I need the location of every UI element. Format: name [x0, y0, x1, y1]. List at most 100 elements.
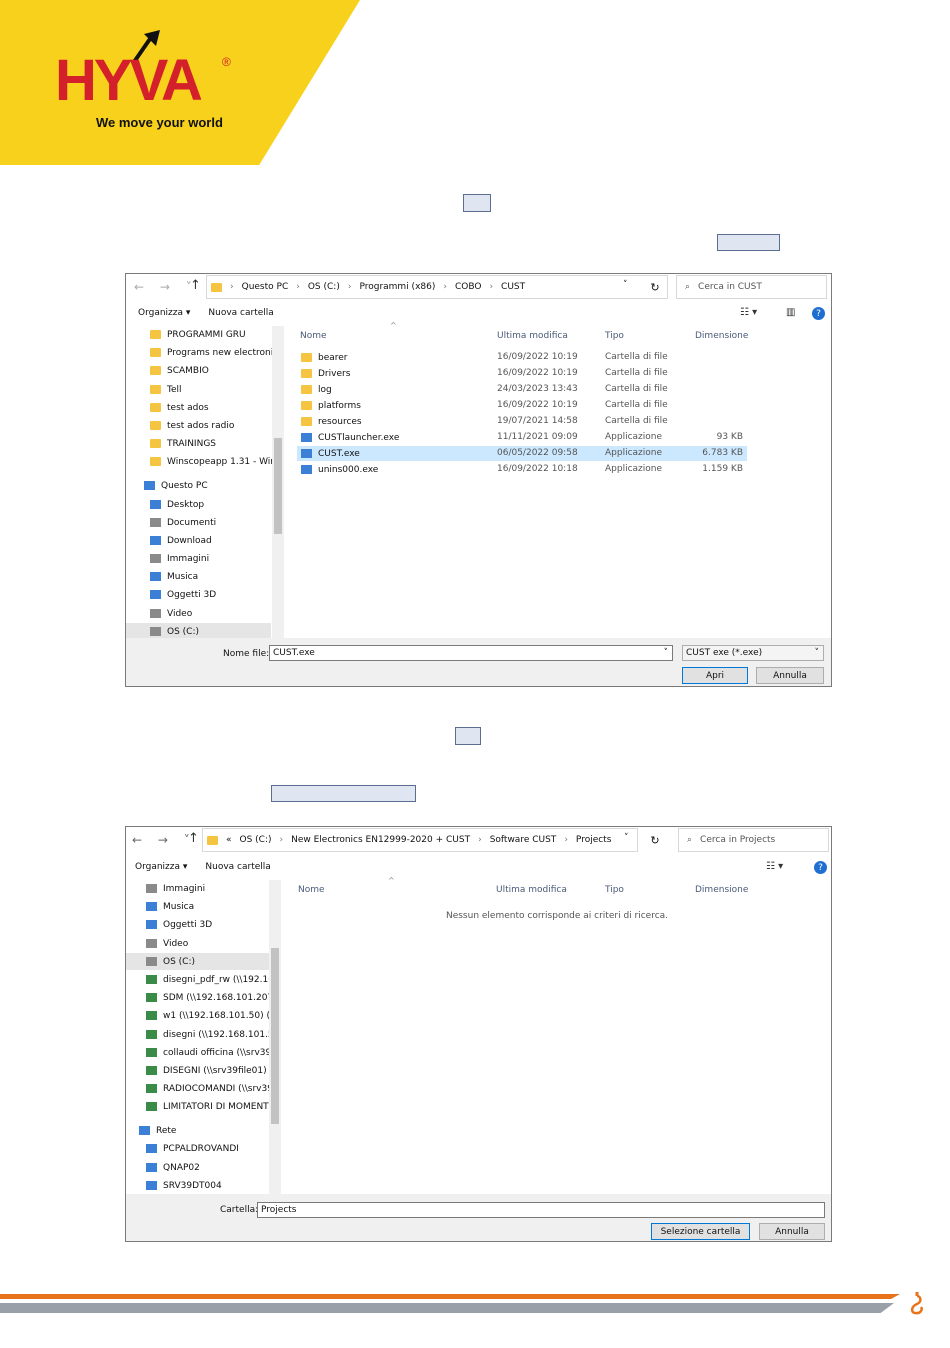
new-folder-button[interactable]: Nuova cartella — [205, 862, 270, 872]
nav-item[interactable]: Desktop — [150, 496, 204, 513]
column-header-modified[interactable]: Ultima modifica — [496, 885, 567, 895]
nav-item[interactable]: Immagini — [150, 550, 209, 567]
nav-item[interactable]: Winscopeapp 1.31 - Winloa — [150, 453, 283, 470]
nav-item[interactable]: QNAP02 — [146, 1159, 200, 1176]
breadcrumb-item[interactable]: COBO — [455, 282, 481, 292]
breadcrumb-item[interactable]: OS (C:) — [240, 835, 272, 845]
up-arrow-icon[interactable]: ↑ — [188, 831, 199, 846]
filename-input[interactable]: CUST.exe ˅ — [269, 645, 673, 661]
nav-item[interactable]: PCPALDROVANDI — [146, 1140, 239, 1157]
breadcrumb-item[interactable]: Questo PC — [242, 282, 289, 292]
file-row[interactable]: CUST.exe 06/05/2022 09:58 Applicazione 6.78… — [297, 446, 747, 461]
help-icon[interactable]: ? — [812, 307, 825, 320]
nav-item[interactable]: disegni_pdf_rw (\\192.168.1 — [146, 971, 280, 988]
breadcrumb-item[interactable]: Software CUST — [490, 835, 557, 845]
file-row[interactable]: unins000.exe 16/09/2022 10:18 Applicazione… — [297, 462, 747, 477]
refresh-icon[interactable]: ↻ — [644, 831, 666, 849]
chevron-down-icon[interactable]: ˅ — [623, 280, 628, 290]
preview-pane-icon[interactable]: ▥ — [786, 307, 795, 318]
nav-item[interactable]: Tell — [150, 381, 182, 398]
file-type-filter[interactable]: CUST exe (*.exe) ˅ — [682, 645, 824, 661]
nav-item[interactable]: Documenti — [150, 514, 216, 531]
column-header-modified[interactable]: Ultima modifica — [497, 331, 568, 341]
file-row[interactable]: platforms 16/09/2022 10:19 Cartella di fil… — [297, 398, 747, 413]
nav-item-network[interactable]: Rete — [139, 1122, 176, 1139]
nav-item[interactable]: Musica — [150, 568, 198, 585]
nav-item[interactable]: SRV39DT004 — [146, 1177, 222, 1194]
network-drive-icon — [146, 1084, 157, 1093]
computer-icon — [146, 1163, 157, 1172]
nav-item[interactable]: Video — [146, 935, 188, 952]
folder-label: Cartella: — [220, 1205, 259, 1215]
column-header-name[interactable]: Nome — [300, 331, 327, 341]
nav-item[interactable]: RADIOCOMANDI (\\srv39fi — [146, 1080, 279, 1097]
file-row[interactable]: Drivers 16/09/2022 10:19 Cartella di file — [297, 366, 747, 381]
nav-item[interactable]: Oggetti 3D — [146, 916, 212, 933]
scrollbar-thumb[interactable] — [271, 948, 279, 1124]
address-bar[interactable]: « OS (C:) › New Electronics EN12999-2020 … — [202, 828, 638, 852]
nav-item[interactable]: disegni (\\192.168.101.50) ( — [146, 1026, 280, 1043]
chevron-down-icon[interactable]: ˅ — [624, 833, 629, 843]
cancel-button[interactable]: Annulla — [756, 667, 824, 684]
breadcrumb-item[interactable]: Projects — [576, 835, 611, 845]
help-icon[interactable]: ? — [814, 861, 827, 874]
nav-item[interactable]: TRAININGS — [150, 435, 216, 452]
nav-item[interactable]: Download — [150, 532, 212, 549]
column-header-size[interactable]: Dimensione — [695, 331, 748, 341]
cancel-button[interactable]: Annulla — [759, 1223, 825, 1240]
network-drive-icon — [146, 1011, 157, 1020]
nav-item[interactable]: test ados radio — [150, 417, 234, 434]
computer-icon — [146, 1144, 157, 1153]
nav-item[interactable]: LIMITATORI DI MOMENTO ( — [146, 1098, 280, 1115]
nav-arrows-icon[interactable]: ← → ˅ — [134, 280, 198, 294]
view-options-icon[interactable]: ☷ ▾ — [740, 307, 757, 318]
footer-stripe-orange — [0, 1294, 900, 1299]
breadcrumb-item[interactable]: New Electronics EN12999-2020 + CUST — [291, 835, 470, 845]
nav-item[interactable]: DISEGNI (\\srv39file01) (X:) — [146, 1062, 280, 1079]
organize-menu[interactable]: Organizza ▾ — [135, 862, 187, 872]
nav-item[interactable]: OS (C:) — [126, 623, 271, 638]
breadcrumb-item[interactable]: Programmi (x86) — [359, 282, 435, 292]
file-row[interactable]: CUSTlauncher.exe 11/11/2021 09:09 Applicaz… — [297, 430, 747, 445]
pictures-icon — [150, 554, 161, 563]
refresh-icon[interactable]: ↻ — [644, 278, 666, 296]
open-button[interactable]: Apri — [682, 667, 748, 684]
column-header-name[interactable]: Nome — [298, 885, 325, 895]
folder-input[interactable]: Projects — [257, 1202, 825, 1218]
file-size: 93 KB — [716, 432, 743, 442]
nav-scrollbar[interactable] — [269, 880, 281, 1194]
nav-item[interactable]: SDM (\\192.168.101.207) (G — [146, 989, 280, 1006]
nav-item[interactable]: Immagini — [146, 880, 205, 897]
nav-scrollbar[interactable] — [272, 326, 284, 638]
nav-item-this-pc[interactable]: Questo PC — [144, 477, 208, 494]
nav-item[interactable]: Musica — [146, 898, 194, 915]
new-folder-button[interactable]: Nuova cartella — [208, 308, 273, 318]
organize-menu[interactable]: Organizza ▾ — [138, 308, 190, 318]
scrollbar-thumb[interactable] — [274, 438, 282, 534]
nav-item[interactable]: Oggetti 3D — [150, 586, 216, 603]
breadcrumb-item[interactable]: OS (C:) — [308, 282, 340, 292]
breadcrumb-overflow[interactable]: « — [226, 835, 232, 845]
file-row[interactable]: log 24/03/2023 13:43 Cartella di file — [297, 382, 747, 397]
nav-arrows-icon[interactable]: ← → ˅ — [132, 833, 196, 847]
nav-item[interactable]: Programs new electronics — [150, 344, 283, 361]
column-header-type[interactable]: Tipo — [605, 885, 624, 895]
up-arrow-icon[interactable]: ↑ — [190, 278, 201, 293]
nav-item[interactable]: OS (C:) — [126, 953, 269, 970]
view-options-icon[interactable]: ☷ ▾ — [766, 861, 783, 872]
nav-item[interactable]: collaudi officina (\\srv39ap — [146, 1044, 280, 1061]
file-row[interactable]: bearer 16/09/2022 10:19 Cartella di file — [297, 350, 747, 365]
search-input[interactable]: ⌕ Cerca in Projects — [678, 828, 829, 852]
column-header-size[interactable]: Dimensione — [695, 885, 748, 895]
nav-item[interactable]: w1 (\\192.168.101.50) (H:) — [146, 1007, 280, 1024]
file-row[interactable]: resources 19/07/2021 14:58 Cartella di fil… — [297, 414, 747, 429]
select-folder-button[interactable]: Selezione cartella — [651, 1223, 750, 1240]
nav-item[interactable]: PROGRAMMI GRU — [150, 326, 246, 343]
breadcrumb-item[interactable]: CUST — [501, 282, 525, 292]
address-bar[interactable]: › Questo PC › OS (C:) › Programmi (x86) › CO… — [206, 275, 668, 299]
nav-item[interactable]: Video — [150, 605, 192, 622]
nav-item[interactable]: test ados — [150, 399, 209, 416]
column-header-type[interactable]: Tipo — [605, 331, 624, 341]
search-input[interactable]: ⌕ Cerca in CUST — [676, 275, 827, 299]
nav-item[interactable]: SCAMBIO — [150, 362, 209, 379]
